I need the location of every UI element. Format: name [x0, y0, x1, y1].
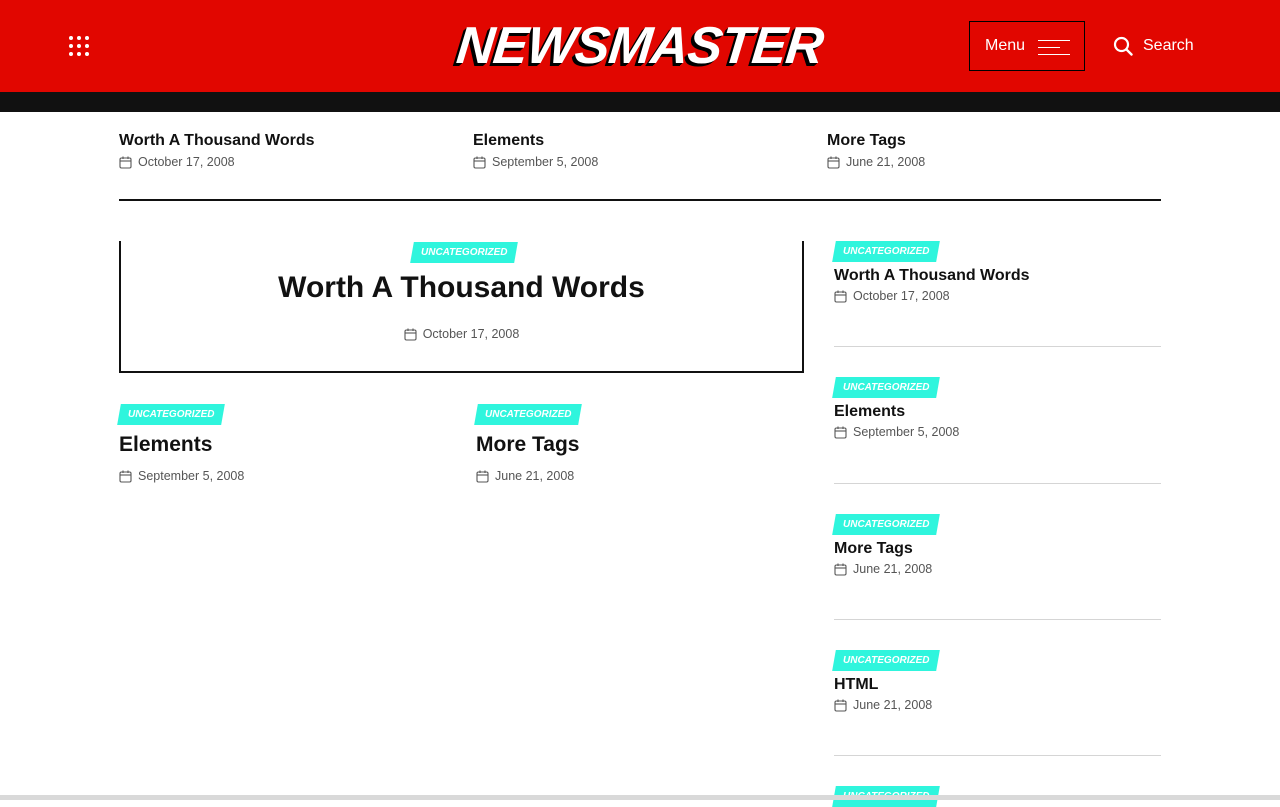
grid-post: UNCATEGORIZED Elements September 5, 2008 — [117, 404, 419, 483]
calendar-icon — [119, 156, 132, 169]
sidebar-post: UNCATEGORIZED HTML June 21, 2008 — [832, 650, 1161, 712]
post-title[interactable]: Elements — [834, 402, 1161, 422]
category-badge[interactable]: UNCATEGORIZED — [474, 404, 583, 425]
category-badge[interactable]: UNCATEGORIZED — [117, 404, 226, 425]
menu-button[interactable]: Menu — [969, 21, 1085, 71]
post-title[interactable]: More Tags — [476, 431, 776, 459]
post-date[interactable]: June 21, 2008 — [853, 698, 932, 712]
strip-post: Elements September 5, 2008 — [473, 131, 803, 169]
featured-title[interactable]: Worth A Thousand Words — [121, 269, 802, 307]
site-logo-text: NEWSMASTER — [454, 17, 826, 75]
post-date[interactable]: September 5, 2008 — [492, 155, 598, 169]
post-meta: September 5, 2008 — [473, 155, 803, 169]
category-badge[interactable]: UNCATEGORIZED — [832, 514, 941, 535]
category-badge[interactable]: UNCATEGORIZED — [832, 650, 941, 671]
category-badge[interactable]: UNCATEGORIZED — [832, 377, 941, 398]
search-button[interactable]: Search — [1113, 30, 1194, 62]
post-title[interactable]: HTML — [834, 675, 1161, 695]
search-icon — [1113, 36, 1133, 56]
strip-post: Worth A Thousand Words October 17, 2008 — [119, 131, 449, 169]
calendar-icon — [834, 426, 847, 439]
calendar-icon — [119, 470, 132, 483]
post-meta: October 17, 2008 — [119, 155, 449, 169]
sidebar-divider — [834, 755, 1161, 756]
post-date[interactable]: September 5, 2008 — [853, 425, 959, 439]
search-label: Search — [1143, 37, 1194, 54]
sidebar-divider — [834, 483, 1161, 484]
post-date[interactable]: June 21, 2008 — [495, 469, 574, 483]
category-badge[interactable]: UNCATEGORIZED — [832, 241, 941, 262]
post-title[interactable]: Worth A Thousand Words — [119, 131, 449, 151]
grid-post: UNCATEGORIZED More Tags June 21, 2008 — [474, 404, 776, 483]
strip-divider — [119, 199, 1161, 201]
calendar-icon — [834, 563, 847, 576]
post-title[interactable]: Elements — [473, 131, 803, 151]
grid-dots-icon[interactable] — [66, 33, 92, 59]
sidebar-post: UNCATEGORIZED Worth A Thousand Words Oct… — [832, 241, 1161, 303]
menu-label: Menu — [985, 37, 1026, 54]
sidebar-divider — [834, 619, 1161, 620]
post-title[interactable]: More Tags — [827, 131, 1157, 151]
header-bottom-bar — [0, 92, 1280, 112]
post-date[interactable]: June 21, 2008 — [846, 155, 925, 169]
post-title[interactable]: Worth A Thousand Words — [834, 266, 1161, 286]
page-bottom-edge — [0, 795, 1280, 800]
hamburger-icon — [1038, 40, 1070, 55]
calendar-icon — [473, 156, 486, 169]
post-date[interactable]: June 21, 2008 — [853, 562, 932, 576]
post-title[interactable]: More Tags — [834, 539, 1161, 559]
sidebar-divider — [834, 346, 1161, 347]
post-meta: October 17, 2008 — [834, 289, 1161, 303]
calendar-icon — [827, 156, 840, 169]
calendar-icon — [834, 290, 847, 303]
sidebar-post: UNCATEGORIZED Elements September 5, 2008 — [832, 377, 1161, 439]
calendar-icon — [476, 470, 489, 483]
post-date[interactable]: October 17, 2008 — [853, 289, 950, 303]
post-date[interactable]: September 5, 2008 — [138, 469, 244, 483]
post-title[interactable]: Elements — [119, 431, 419, 459]
calendar-icon — [404, 328, 417, 341]
post-meta: September 5, 2008 — [119, 469, 419, 483]
post-meta: October 17, 2008 — [121, 327, 802, 341]
category-badge[interactable]: UNCATEGORIZED — [410, 242, 519, 263]
post-meta: September 5, 2008 — [834, 425, 1161, 439]
post-date[interactable]: October 17, 2008 — [138, 155, 235, 169]
featured-post: UNCATEGORIZED Worth A Thousand Words Oct… — [119, 241, 804, 373]
post-meta: June 21, 2008 — [476, 469, 776, 483]
post-meta: June 21, 2008 — [834, 698, 1161, 712]
sidebar-post: UNCATEGORIZED More Tags June 21, 2008 — [832, 514, 1161, 576]
post-date[interactable]: October 17, 2008 — [423, 327, 520, 341]
site-logo[interactable]: NEWSMASTER — [440, 14, 840, 78]
post-meta: June 21, 2008 — [827, 155, 1157, 169]
strip-post: More Tags June 21, 2008 — [827, 131, 1157, 169]
post-meta: June 21, 2008 — [834, 562, 1161, 576]
site-header: NEWSMASTER Menu Search — [0, 0, 1280, 92]
calendar-icon — [834, 699, 847, 712]
